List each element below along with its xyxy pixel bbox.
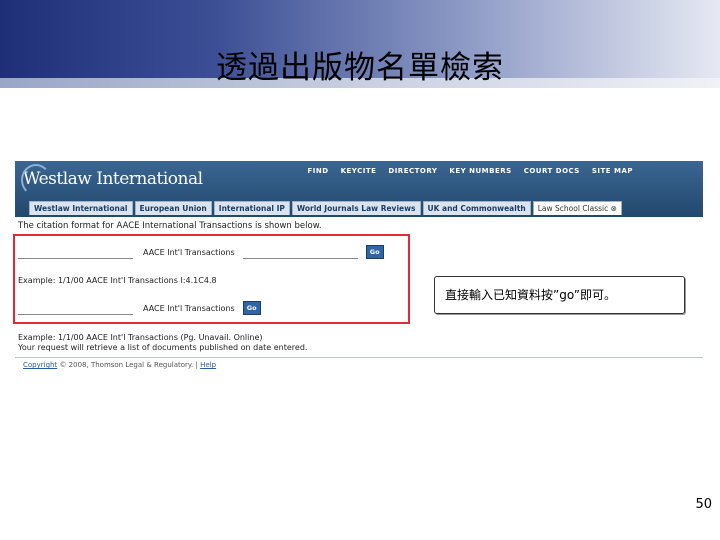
highlight-box — [13, 234, 410, 324]
logo-swoosh-icon — [21, 164, 51, 196]
page-number: 50 — [695, 497, 712, 512]
nav-find[interactable]: FIND — [308, 167, 329, 175]
westlaw-header: Westlaw International FIND KEYCITE DIREC… — [15, 161, 703, 216]
tab-westlaw-international[interactable]: Westlaw International — [29, 201, 133, 216]
footer: Copyright © 2008, Thomson Legal & Regula… — [23, 361, 216, 369]
instruction-callout: 直接輸入已知資料按”go”即可。 — [434, 276, 685, 314]
copyright-text: © 2008, Thomson Legal & Regulatory. | — [59, 361, 198, 369]
nav-site-map[interactable]: SITE MAP — [592, 167, 633, 175]
copyright-link[interactable]: Copyright — [23, 361, 57, 369]
example-text-2: Example: 1/1/00 AACE Int'l Transactions … — [18, 333, 263, 342]
nav-key-numbers[interactable]: KEY NUMBERS — [449, 167, 511, 175]
tab-international-ip[interactable]: International IP — [213, 201, 290, 216]
tab-european-union[interactable]: European Union — [134, 201, 212, 216]
tab-uk-commonwealth[interactable]: UK and Commonwealth — [422, 201, 531, 216]
tab-bar: Westlaw International European Union Int… — [29, 201, 622, 216]
nav-court-docs[interactable]: COURT DOCS — [524, 167, 580, 175]
footer-divider — [15, 357, 703, 358]
tab-divider — [15, 215, 703, 217]
nav-directory[interactable]: DIRECTORY — [388, 167, 437, 175]
nav-keycite[interactable]: KEYCITE — [341, 167, 377, 175]
westlaw-logo[interactable]: Westlaw International — [21, 164, 203, 196]
top-nav: FIND KEYCITE DIRECTORY KEY NUMBERS COURT… — [308, 167, 634, 175]
tab-world-journals[interactable]: World Journals Law Reviews — [291, 201, 421, 216]
help-link[interactable]: Help — [200, 361, 216, 369]
slide-title: 透過出版物名單檢索 — [216, 50, 504, 86]
tab-law-school-classic[interactable]: Law School Classic ⊗ — [532, 201, 622, 216]
citation-format-message: The citation format for AACE Internation… — [18, 221, 322, 231]
request-note: Your request will retrieve a list of doc… — [18, 343, 308, 352]
